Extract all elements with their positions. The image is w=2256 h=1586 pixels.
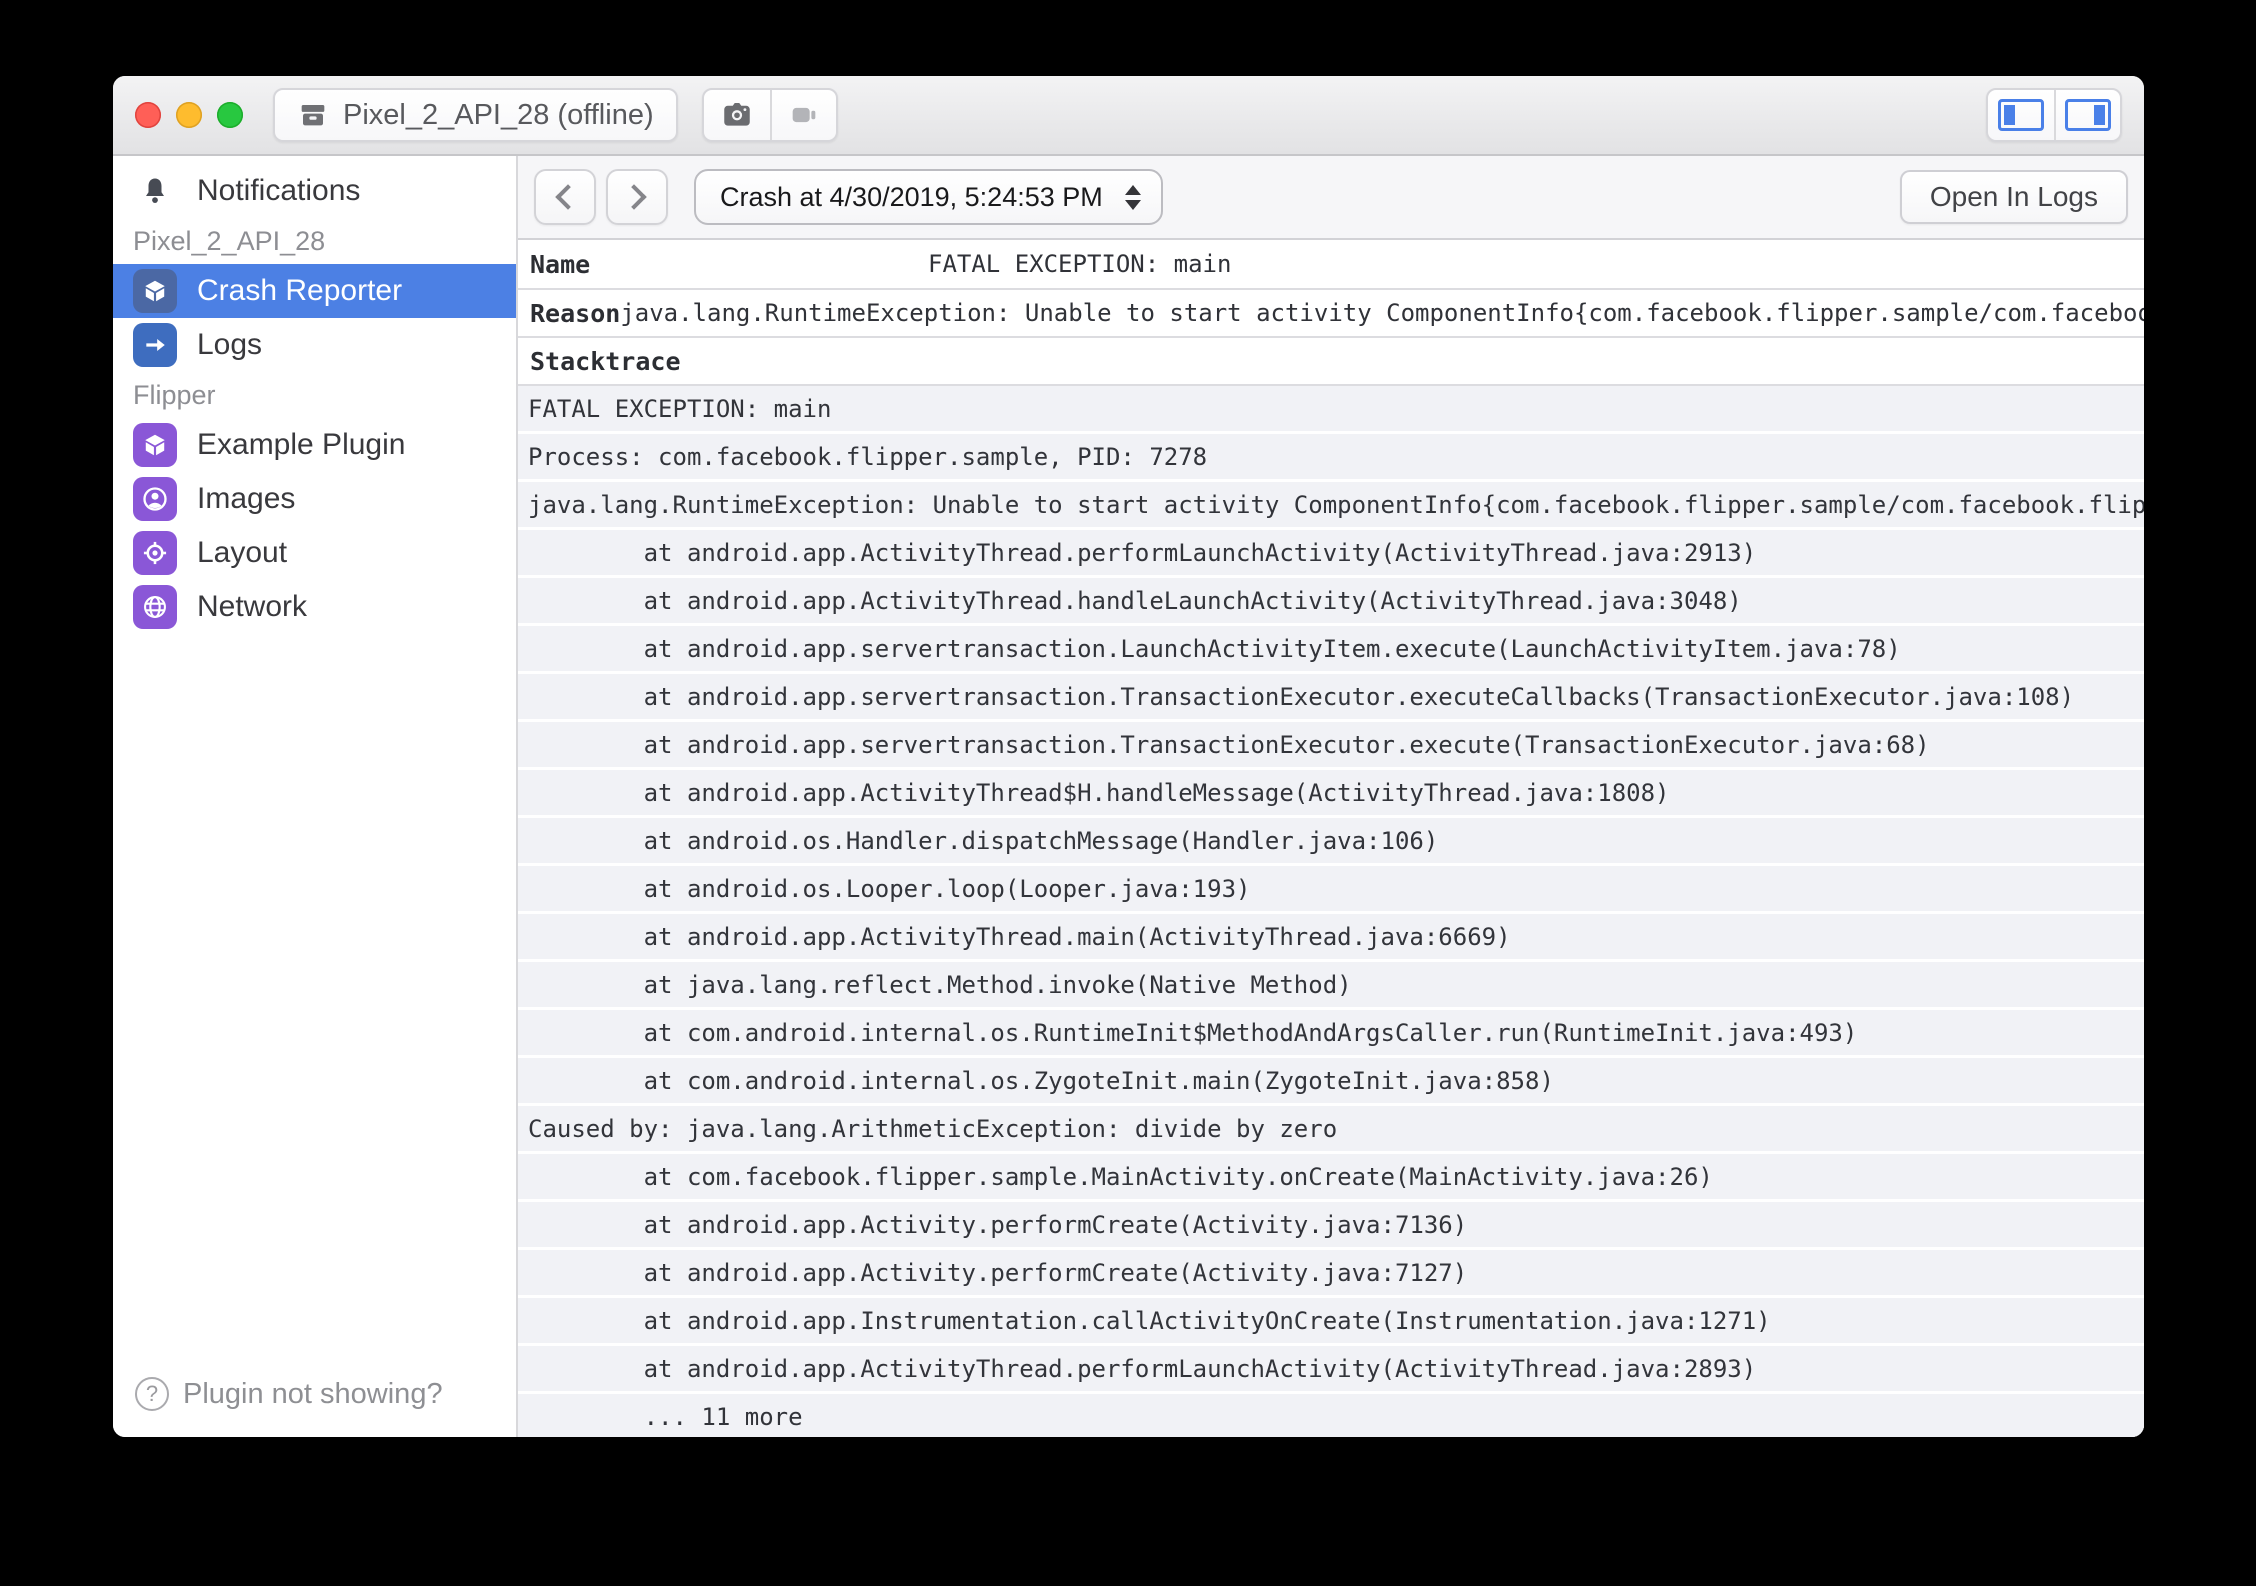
stacktrace-header-row: Stacktrace	[518, 338, 2144, 386]
minimize-window-button[interactable]	[176, 102, 202, 128]
crash-reason-label: Reason	[530, 299, 620, 328]
globe-icon	[133, 585, 177, 629]
archive-box-icon	[297, 99, 329, 131]
close-window-button[interactable]	[135, 102, 161, 128]
sidebar-item-label: Images	[197, 482, 295, 516]
stacktrace-line[interactable]: at com.android.internal.os.ZygoteInit.ma…	[518, 1058, 2144, 1103]
stacktrace-line[interactable]: at android.app.ActivityThread.main(Activ…	[518, 914, 2144, 959]
capture-controls	[702, 88, 838, 142]
sidebar-item-example-plugin[interactable]: Example Plugin	[113, 418, 516, 472]
stacktrace-line[interactable]: at android.app.servertransaction.Transac…	[518, 722, 2144, 767]
screenshot-button[interactable]	[704, 90, 770, 140]
stacktrace-line[interactable]: at android.app.Activity.performCreate(Ac…	[518, 1202, 2144, 1247]
stacktrace-line[interactable]: at java.lang.reflect.Method.invoke(Nativ…	[518, 962, 2144, 1007]
stacktrace-line[interactable]: at android.app.ActivityThread.handleLaun…	[518, 578, 2144, 623]
device-selector-button[interactable]: Pixel_2_API_28 (offline)	[273, 88, 678, 142]
stacktrace-line[interactable]: FATAL EXCEPTION: main	[518, 386, 2144, 431]
plugin-sidebar: Notifications Pixel_2_API_28 Crash Repor…	[113, 156, 518, 1437]
toggle-right-sidebar-icon	[2065, 99, 2111, 131]
arrow-right-icon	[133, 323, 177, 367]
chevron-left-icon	[555, 184, 580, 209]
sidebar-item-label: Network	[197, 590, 307, 624]
stacktrace-line[interactable]: at android.os.Handler.dispatchMessage(Ha…	[518, 818, 2144, 863]
question-circle-icon: ?	[135, 1377, 169, 1411]
stacktrace-line[interactable]: at android.app.servertransaction.LaunchA…	[518, 626, 2144, 671]
sidebar-item-network[interactable]: Network	[113, 580, 516, 634]
open-in-logs-button[interactable]: Open In Logs	[1900, 170, 2128, 224]
stacktrace-line[interactable]: at android.app.Activity.performCreate(Ac…	[518, 1250, 2144, 1295]
sidebar-section-flipper: Flipper	[113, 372, 516, 418]
flipper-window: Pixel_2_API_28 (offline)	[113, 76, 2144, 1437]
stacktrace-line[interactable]: at android.app.ActivityThread$H.handleMe…	[518, 770, 2144, 815]
sidebar-item-layout[interactable]: Layout	[113, 526, 516, 580]
toggle-left-sidebar-button[interactable]	[1988, 90, 2054, 140]
stacktrace-line[interactable]: Process: com.facebook.flipper.sample, PI…	[518, 434, 2144, 479]
crash-name-value: FATAL EXCEPTION: main	[928, 250, 1231, 278]
stacktrace-line[interactable]: at android.app.ActivityThread.performLau…	[518, 1346, 2144, 1391]
next-crash-button[interactable]	[606, 169, 668, 225]
bell-icon	[133, 176, 177, 206]
crash-selector-dropdown[interactable]: Crash at 4/30/2019, 5:24:53 PM	[694, 169, 1163, 225]
stacktrace-label: Stacktrace	[530, 347, 681, 376]
stacktrace-line[interactable]: at com.android.internal.os.RuntimeInit$M…	[518, 1010, 2144, 1055]
zoom-window-button[interactable]	[217, 102, 243, 128]
stacktrace-list: FATAL EXCEPTION: main Process: com.faceb…	[518, 386, 2144, 1437]
crash-name-label: Name	[530, 250, 928, 279]
sidebar-item-notifications[interactable]: Notifications	[113, 164, 516, 218]
plugin-help-link[interactable]: ? Plugin not showing?	[113, 1377, 516, 1437]
example-plugin-cube-icon	[133, 423, 177, 467]
open-in-logs-label: Open In Logs	[1930, 181, 2098, 213]
crash-reason-value: java.lang.RuntimeException: Unable to st…	[620, 299, 2144, 327]
sidebar-item-label: Layout	[197, 536, 287, 570]
sidebar-item-crash-reporter[interactable]: Crash Reporter	[113, 264, 516, 318]
chevron-right-icon	[621, 184, 646, 209]
sidebar-item-label: Notifications	[197, 174, 360, 208]
device-selector-label: Pixel_2_API_28 (offline)	[343, 99, 654, 132]
stacktrace-line[interactable]: ... 11 more	[518, 1394, 2144, 1437]
pane-toggle-controls	[1986, 88, 2122, 142]
select-spinner-icon	[1125, 185, 1141, 210]
crash-reporter-cube-icon	[133, 269, 177, 313]
stacktrace-line[interactable]: at android.app.Instrumentation.callActiv…	[518, 1298, 2144, 1343]
traffic-lights	[135, 102, 255, 128]
sidebar-item-images[interactable]: Images	[113, 472, 516, 526]
stacktrace-line[interactable]: Caused by: java.lang.ArithmeticException…	[518, 1106, 2144, 1151]
stacktrace-line[interactable]: at android.app.ActivityThread.performLau…	[518, 530, 2144, 575]
stacktrace-line[interactable]: at android.app.servertransaction.Transac…	[518, 674, 2144, 719]
sidebar-section-device: Pixel_2_API_28	[113, 218, 516, 264]
video-camera-icon	[787, 98, 821, 132]
sidebar-item-label: Example Plugin	[197, 428, 405, 462]
titlebar: Pixel_2_API_28 (offline)	[113, 76, 2144, 156]
user-circle-icon	[133, 477, 177, 521]
stacktrace-line[interactable]: at android.os.Looper.loop(Looper.java:19…	[518, 866, 2144, 911]
sidebar-item-logs[interactable]: Logs	[113, 318, 516, 372]
sidebar-item-label: Logs	[197, 328, 262, 362]
crash-reporter-panel: Crash at 4/30/2019, 5:24:53 PM Open In L…	[518, 156, 2144, 1437]
toggle-left-sidebar-icon	[1998, 99, 2044, 131]
plugin-help-label: Plugin not showing?	[183, 1378, 443, 1411]
camera-icon	[720, 98, 754, 132]
stacktrace-line[interactable]: at com.facebook.flipper.sample.MainActiv…	[518, 1154, 2144, 1199]
sidebar-item-label: Crash Reporter	[197, 274, 402, 308]
crash-selector-value: Crash at 4/30/2019, 5:24:53 PM	[720, 182, 1103, 213]
crash-name-row[interactable]: Name FATAL EXCEPTION: main	[518, 240, 2144, 290]
crash-toolbar: Crash at 4/30/2019, 5:24:53 PM Open In L…	[518, 156, 2144, 240]
stacktrace-line[interactable]: java.lang.RuntimeException: Unable to st…	[518, 482, 2144, 527]
previous-crash-button[interactable]	[534, 169, 596, 225]
toggle-right-sidebar-button[interactable]	[2054, 90, 2120, 140]
screen-record-button[interactable]	[770, 90, 836, 140]
crash-reason-row[interactable]: Reason java.lang.RuntimeException: Unabl…	[518, 290, 2144, 338]
target-icon	[133, 531, 177, 575]
